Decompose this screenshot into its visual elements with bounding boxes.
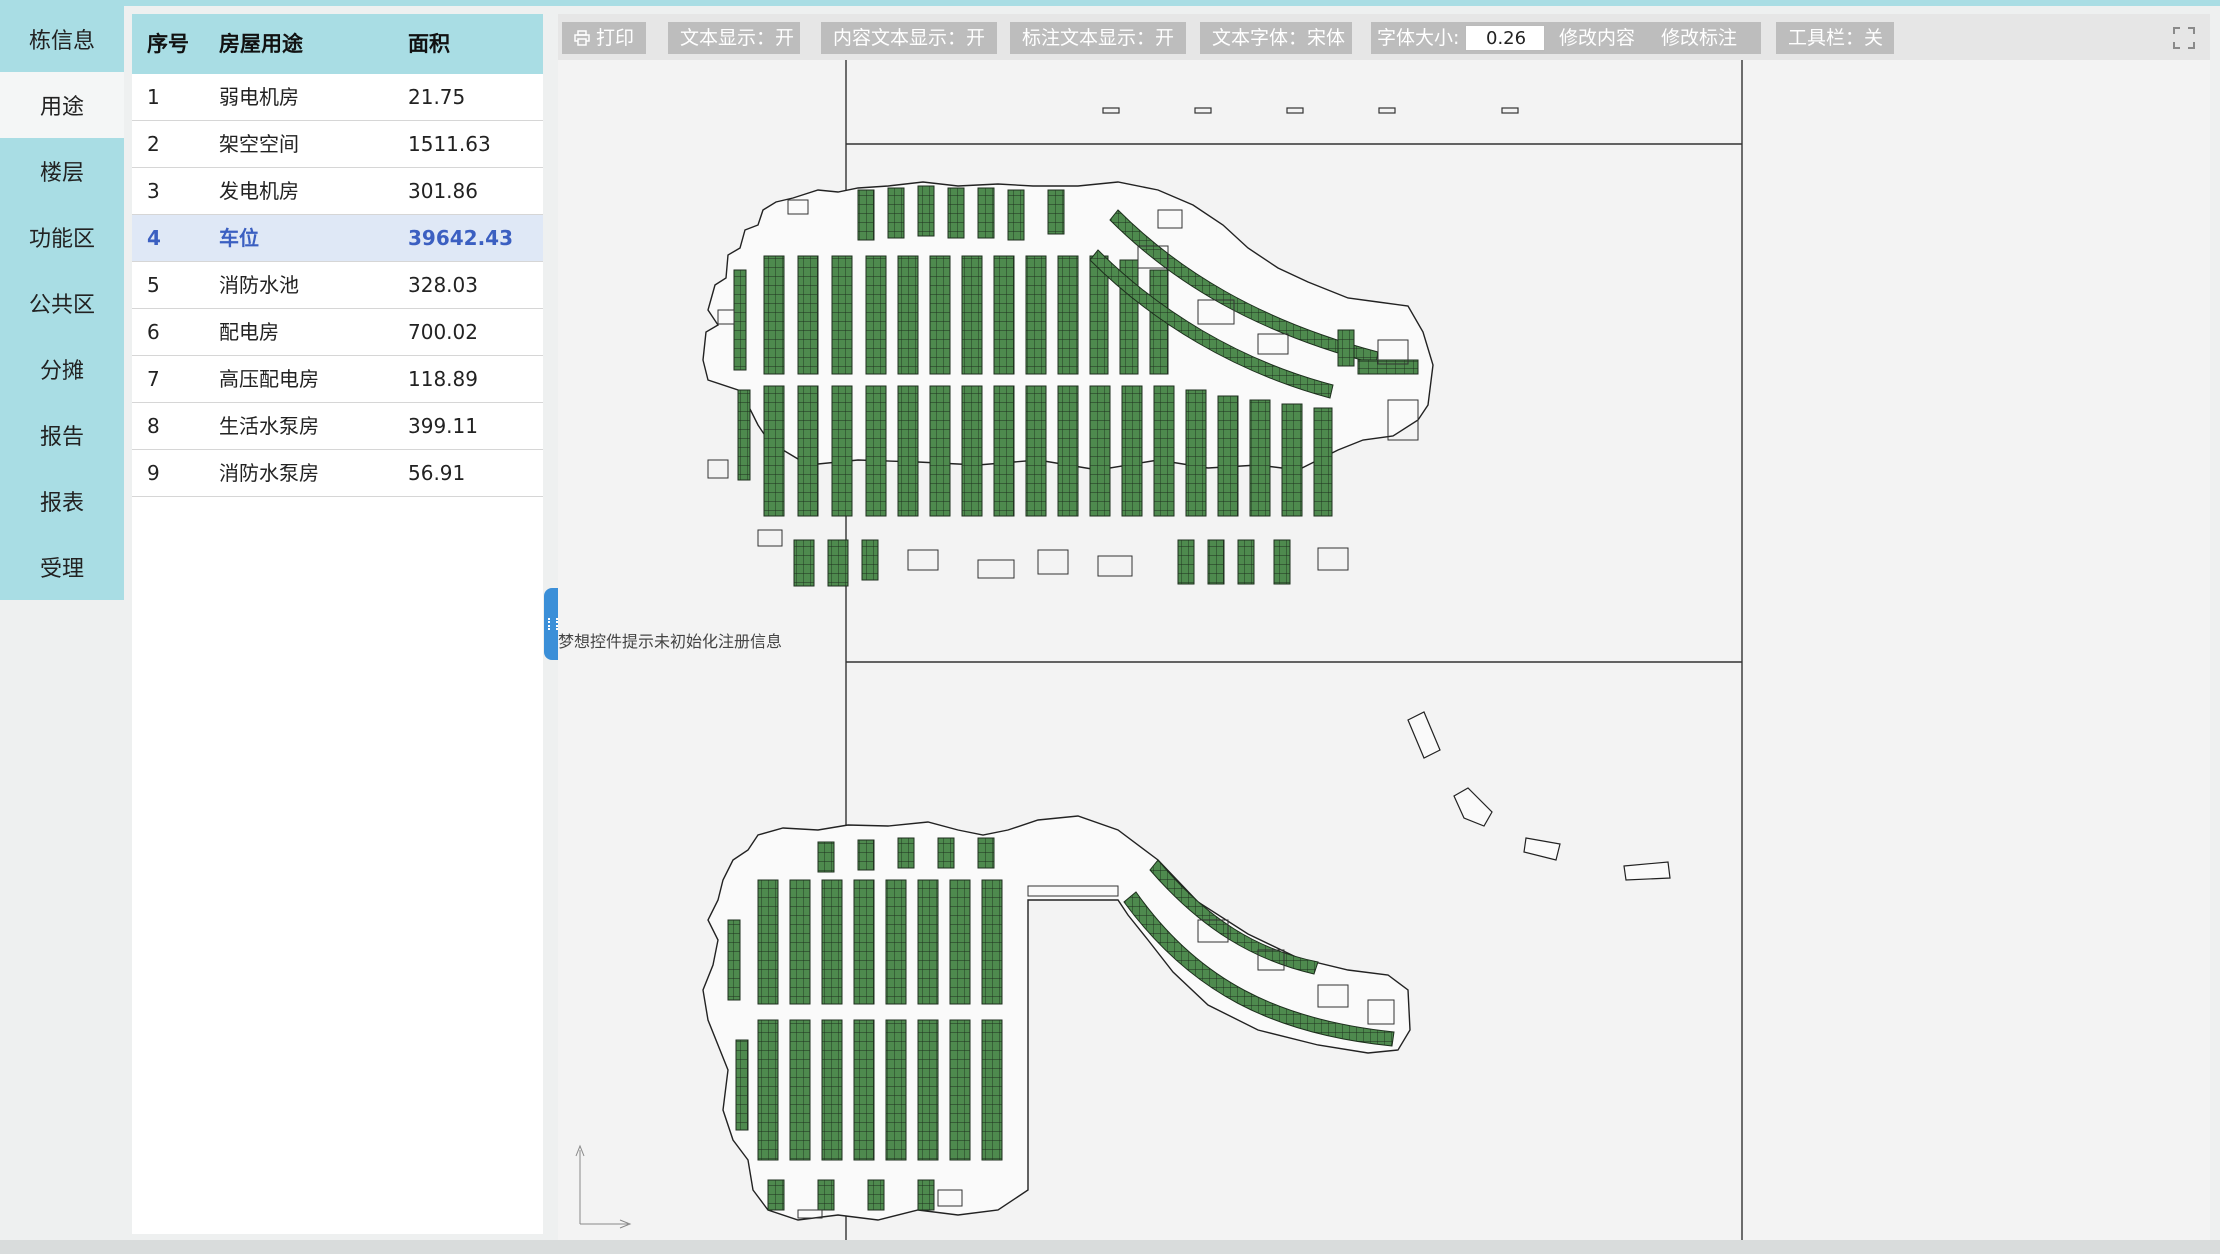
lower-floor-plan bbox=[702, 711, 1671, 1221]
cell-index: 5 bbox=[147, 273, 160, 297]
table-row[interactable]: 3 发电机房 301.86 bbox=[132, 168, 543, 215]
cell-index: 9 bbox=[147, 461, 160, 485]
print-label: 打印 bbox=[596, 27, 635, 49]
font-size-label: 字体大小: bbox=[1377, 27, 1460, 49]
cell-area: 301.86 bbox=[408, 179, 478, 203]
table-row[interactable]: 9 消防水泵房 56.91 bbox=[132, 450, 543, 497]
table-row[interactable]: 2 架空空间 1511.63 bbox=[132, 121, 543, 168]
cell-index: 4 bbox=[147, 226, 161, 250]
cell-index: 3 bbox=[147, 179, 160, 203]
cell-index: 1 bbox=[147, 85, 160, 109]
nav-item-building-info[interactable]: 栋信息 bbox=[0, 6, 124, 72]
table-row[interactable]: 1 弱电机房 21.75 bbox=[132, 74, 543, 121]
grip-icon bbox=[548, 618, 558, 630]
cell-usage: 消防水池 bbox=[219, 273, 299, 297]
toolbar-visibility-toggle[interactable]: 工具栏：关 bbox=[1776, 22, 1894, 54]
cell-area: 118.89 bbox=[408, 367, 478, 391]
text-font-select[interactable]: 文本字体：宋体 bbox=[1200, 22, 1352, 54]
sidebar-nav: 栋信息 用途 楼层 功能区 公共区 分摊 报告 报表 受理 bbox=[0, 6, 124, 600]
bottom-bar bbox=[0, 1240, 2220, 1254]
table-header: 序号 房屋用途 面积 bbox=[132, 14, 543, 74]
print-button[interactable]: 打印 bbox=[562, 22, 646, 54]
nav-item-statement[interactable]: 报表 bbox=[0, 468, 124, 534]
nav-item-function-area[interactable]: 功能区 bbox=[0, 204, 124, 270]
nav-item-floor[interactable]: 楼层 bbox=[0, 138, 124, 204]
cell-area: 700.02 bbox=[408, 320, 478, 344]
text-display-toggle[interactable]: 文本显示：开 bbox=[668, 22, 800, 54]
viewer-toolbar: 打印 文本显示：开 内容文本显示：开 标注文本显示：开 文本字体：宋体 字体大小… bbox=[558, 14, 2210, 60]
column-header-area: 面积 bbox=[408, 32, 450, 56]
title-block-marks bbox=[1102, 107, 1519, 114]
cell-area: 39642.43 bbox=[408, 226, 514, 250]
table-row-selected[interactable]: 4 车位 39642.43 bbox=[132, 215, 543, 262]
edit-content-button[interactable]: 修改内容 bbox=[1559, 22, 1635, 54]
table-row[interactable]: 7 高压配电房 118.89 bbox=[132, 356, 543, 403]
cell-index: 2 bbox=[147, 132, 160, 156]
upper-floor-plan bbox=[702, 181, 1434, 587]
table-row[interactable]: 5 消防水池 328.03 bbox=[132, 262, 543, 309]
floor-plan-drawing[interactable] bbox=[558, 60, 2210, 1240]
cell-usage: 发电机房 bbox=[219, 179, 299, 203]
top-accent-bar bbox=[0, 0, 2220, 6]
nav-item-acceptance[interactable]: 受理 bbox=[0, 534, 124, 600]
cell-index: 6 bbox=[147, 320, 160, 344]
column-header-index: 序号 bbox=[147, 32, 189, 56]
cell-usage: 消防水泵房 bbox=[219, 461, 319, 485]
cell-area: 328.03 bbox=[408, 273, 478, 297]
table-row[interactable]: 6 配电房 700.02 bbox=[132, 309, 543, 356]
cell-area: 1511.63 bbox=[408, 132, 491, 156]
cell-usage: 高压配电房 bbox=[219, 367, 319, 391]
fullscreen-icon[interactable] bbox=[2172, 26, 2196, 50]
cell-usage: 车位 bbox=[219, 226, 259, 250]
nav-item-apportion[interactable]: 分摊 bbox=[0, 336, 124, 402]
cell-usage: 配电房 bbox=[219, 320, 279, 344]
nav-item-usage[interactable]: 用途 bbox=[0, 72, 124, 138]
content-text-display-toggle[interactable]: 内容文本显示：开 bbox=[821, 22, 997, 54]
nav-item-report[interactable]: 报告 bbox=[0, 402, 124, 468]
nav-item-public-area[interactable]: 公共区 bbox=[0, 270, 124, 336]
column-header-usage: 房屋用途 bbox=[219, 32, 303, 56]
cell-usage: 架空空间 bbox=[219, 132, 299, 156]
viewer-warning-text: 梦想控件提示未初始化注册信息 bbox=[558, 632, 783, 651]
cell-area: 21.75 bbox=[408, 85, 466, 109]
cad-viewer[interactable]: 打印 文本显示：开 内容文本显示：开 标注文本显示：开 文本字体：宋体 字体大小… bbox=[558, 14, 2210, 1240]
printer-icon bbox=[574, 30, 590, 46]
cell-usage: 弱电机房 bbox=[219, 85, 299, 109]
ucs-axis-icon bbox=[575, 1144, 632, 1229]
usage-table-panel: 序号 房屋用途 面积 1 弱电机房 21.75 2 架空空间 1511.63 3… bbox=[132, 14, 543, 1234]
cell-area: 56.91 bbox=[408, 461, 466, 485]
cell-area: 399.11 bbox=[408, 414, 478, 438]
table-row[interactable]: 8 生活水泵房 399.11 bbox=[132, 403, 543, 450]
font-size-input[interactable]: 0.26 bbox=[1465, 25, 1545, 51]
edit-annotation-button[interactable]: 修改标注 bbox=[1661, 22, 1737, 54]
annotation-text-display-toggle[interactable]: 标注文本显示：开 bbox=[1010, 22, 1186, 54]
panel-splitter-handle[interactable] bbox=[544, 588, 558, 660]
cell-usage: 生活水泵房 bbox=[219, 414, 319, 438]
cell-index: 8 bbox=[147, 414, 160, 438]
font-size-group: 字体大小: 0.26 修改内容 修改标注 bbox=[1371, 22, 1761, 54]
cell-index: 7 bbox=[147, 367, 160, 391]
